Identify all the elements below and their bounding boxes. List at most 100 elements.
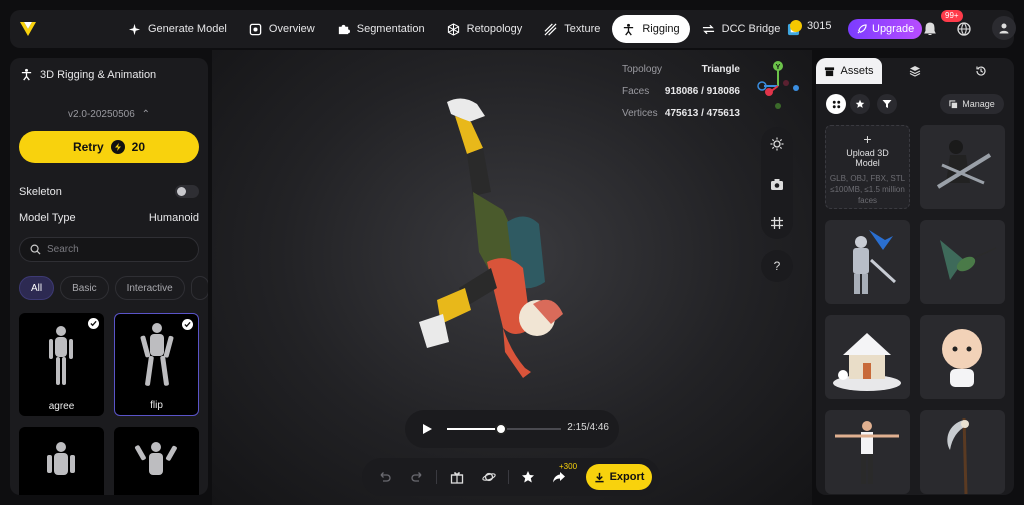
rocket-icon bbox=[857, 23, 867, 34]
tab-layers[interactable] bbox=[882, 58, 948, 84]
credits-value: 3015 bbox=[807, 20, 832, 32]
axis-gizmo[interactable]: Y bbox=[752, 60, 804, 112]
search-input[interactable]: Search bbox=[19, 237, 199, 262]
filter-basic[interactable]: Basic bbox=[60, 276, 109, 300]
asset-thumbnail[interactable] bbox=[920, 125, 1005, 209]
stat-value: 918086 / 918086 bbox=[664, 85, 740, 97]
upload-title: Upload 3D Model bbox=[846, 148, 889, 168]
nav-overview[interactable]: Overview bbox=[239, 15, 325, 43]
grid-icon[interactable] bbox=[770, 216, 784, 230]
texture-icon bbox=[544, 23, 557, 35]
filter-button[interactable] bbox=[877, 94, 897, 114]
retry-button[interactable]: Retry 20 bbox=[19, 131, 199, 163]
nav-label: Texture bbox=[564, 23, 601, 35]
nav-generate-model[interactable]: Generate Model bbox=[118, 15, 237, 43]
divider bbox=[508, 470, 509, 484]
nav-rigging[interactable]: Rigging bbox=[612, 15, 690, 43]
animation-card-agree[interactable]: agree bbox=[19, 313, 104, 416]
filter-all[interactable]: All bbox=[19, 276, 55, 300]
upload-model-tile[interactable]: + Upload 3D Model GLB, OBJ, FBX, STL ≤10… bbox=[825, 125, 910, 209]
planet-icon[interactable] bbox=[482, 470, 496, 484]
asset-thumbnail[interactable] bbox=[825, 315, 910, 399]
nav-segmentation[interactable]: Segmentation bbox=[327, 15, 435, 43]
person-icon bbox=[21, 68, 32, 81]
stat-key: Vertices bbox=[622, 107, 658, 119]
model-type-value[interactable]: Humanoid bbox=[149, 212, 199, 224]
nav-retopology[interactable]: Retopology bbox=[437, 15, 533, 43]
action-bar: +300 Export bbox=[362, 458, 660, 496]
gift-icon[interactable] bbox=[450, 470, 464, 484]
user-avatar[interactable] bbox=[992, 16, 1016, 40]
stat-value: 475613 / 475613 bbox=[664, 107, 740, 119]
version-label: v2.0-20250506 bbox=[68, 109, 135, 120]
undo-icon[interactable] bbox=[378, 470, 392, 484]
tab-history[interactable] bbox=[948, 58, 1014, 84]
ninja-figure bbox=[936, 140, 992, 189]
filter-interactive[interactable]: Interactive bbox=[114, 276, 185, 300]
asset-thumbnail[interactable] bbox=[825, 220, 910, 304]
tab-label: Assets bbox=[840, 65, 874, 77]
search-placeholder: Search bbox=[47, 244, 79, 255]
upgrade-label: Upgrade bbox=[872, 23, 915, 35]
play-icon[interactable] bbox=[421, 423, 433, 435]
app-logo[interactable] bbox=[18, 19, 38, 39]
animation-card[interactable] bbox=[19, 427, 104, 495]
share-icon[interactable] bbox=[552, 470, 566, 484]
copy-icon bbox=[949, 99, 958, 108]
nav-texture[interactable]: Texture bbox=[534, 15, 610, 43]
asset-thumbnail[interactable] bbox=[825, 410, 910, 494]
nav-label: Overview bbox=[268, 23, 315, 35]
tab-assets[interactable]: Assets bbox=[816, 58, 882, 84]
export-button[interactable]: Export bbox=[586, 464, 652, 490]
bolt-icon bbox=[110, 140, 125, 154]
redo-icon[interactable] bbox=[410, 470, 424, 484]
animation-label: agree bbox=[48, 401, 75, 412]
skeleton-toggle[interactable] bbox=[175, 185, 199, 198]
overview-icon bbox=[249, 23, 262, 35]
stat-value: Triangle bbox=[701, 63, 740, 75]
hummingbird-figure bbox=[940, 240, 997, 280]
animation-card[interactable] bbox=[114, 427, 199, 495]
mannequin-figure bbox=[47, 442, 75, 475]
favorites-filter-button[interactable] bbox=[850, 94, 870, 114]
topology-row: Topology Triangle bbox=[622, 58, 740, 80]
panel-header: 3D Rigging & Animation bbox=[20, 68, 156, 81]
credits-counter[interactable]: 3015 bbox=[790, 20, 831, 32]
asset-thumbnail[interactable] bbox=[920, 315, 1005, 399]
timeline-scrubber[interactable] bbox=[494, 423, 507, 435]
star-icon[interactable] bbox=[521, 470, 535, 484]
top-bar: Generate Model Overview Segmentation Ret… bbox=[10, 10, 1016, 48]
model-type-row: Model Type Humanoid bbox=[19, 212, 199, 224]
manage-button[interactable]: Manage bbox=[940, 94, 1004, 114]
panel-tabs: Assets bbox=[816, 58, 1014, 84]
skeleton-label: Skeleton bbox=[19, 185, 62, 198]
mannequin-figure bbox=[135, 442, 177, 475]
animation-player: 2:15/4:46 bbox=[405, 410, 619, 448]
funnel-icon bbox=[882, 100, 892, 108]
globe-icon[interactable] bbox=[956, 21, 972, 37]
skeleton-row: Skeleton bbox=[19, 185, 199, 198]
retry-cost: 20 bbox=[131, 140, 146, 154]
character-model[interactable] bbox=[407, 92, 607, 392]
light-icon[interactable] bbox=[770, 137, 784, 151]
bell-icon[interactable] bbox=[922, 21, 938, 37]
upgrade-button[interactable]: Upgrade bbox=[848, 19, 923, 39]
search-icon bbox=[30, 244, 41, 255]
asset-thumbnail[interactable] bbox=[920, 220, 1005, 304]
main-nav: Generate Model Overview Segmentation Ret… bbox=[118, 15, 810, 43]
star-icon bbox=[855, 99, 865, 108]
timeline-track[interactable] bbox=[447, 423, 561, 435]
asset-thumbnail[interactable] bbox=[920, 410, 1005, 494]
grid-dots-icon bbox=[832, 100, 840, 108]
version-select[interactable]: v2.0-20250506 ⌃ bbox=[10, 109, 208, 120]
baby-figure bbox=[942, 329, 982, 387]
faces-row: Faces 918086 / 918086 bbox=[622, 80, 740, 102]
help-button[interactable]: ? bbox=[761, 250, 793, 282]
animation-card-flip[interactable]: flip bbox=[114, 313, 199, 416]
filter-more[interactable] bbox=[190, 276, 208, 300]
manage-label: Manage bbox=[962, 99, 995, 109]
timeline-progress bbox=[447, 428, 501, 430]
camera-icon[interactable] bbox=[770, 177, 784, 191]
export-label: Export bbox=[609, 471, 645, 483]
view-grid-button[interactable] bbox=[826, 94, 846, 114]
